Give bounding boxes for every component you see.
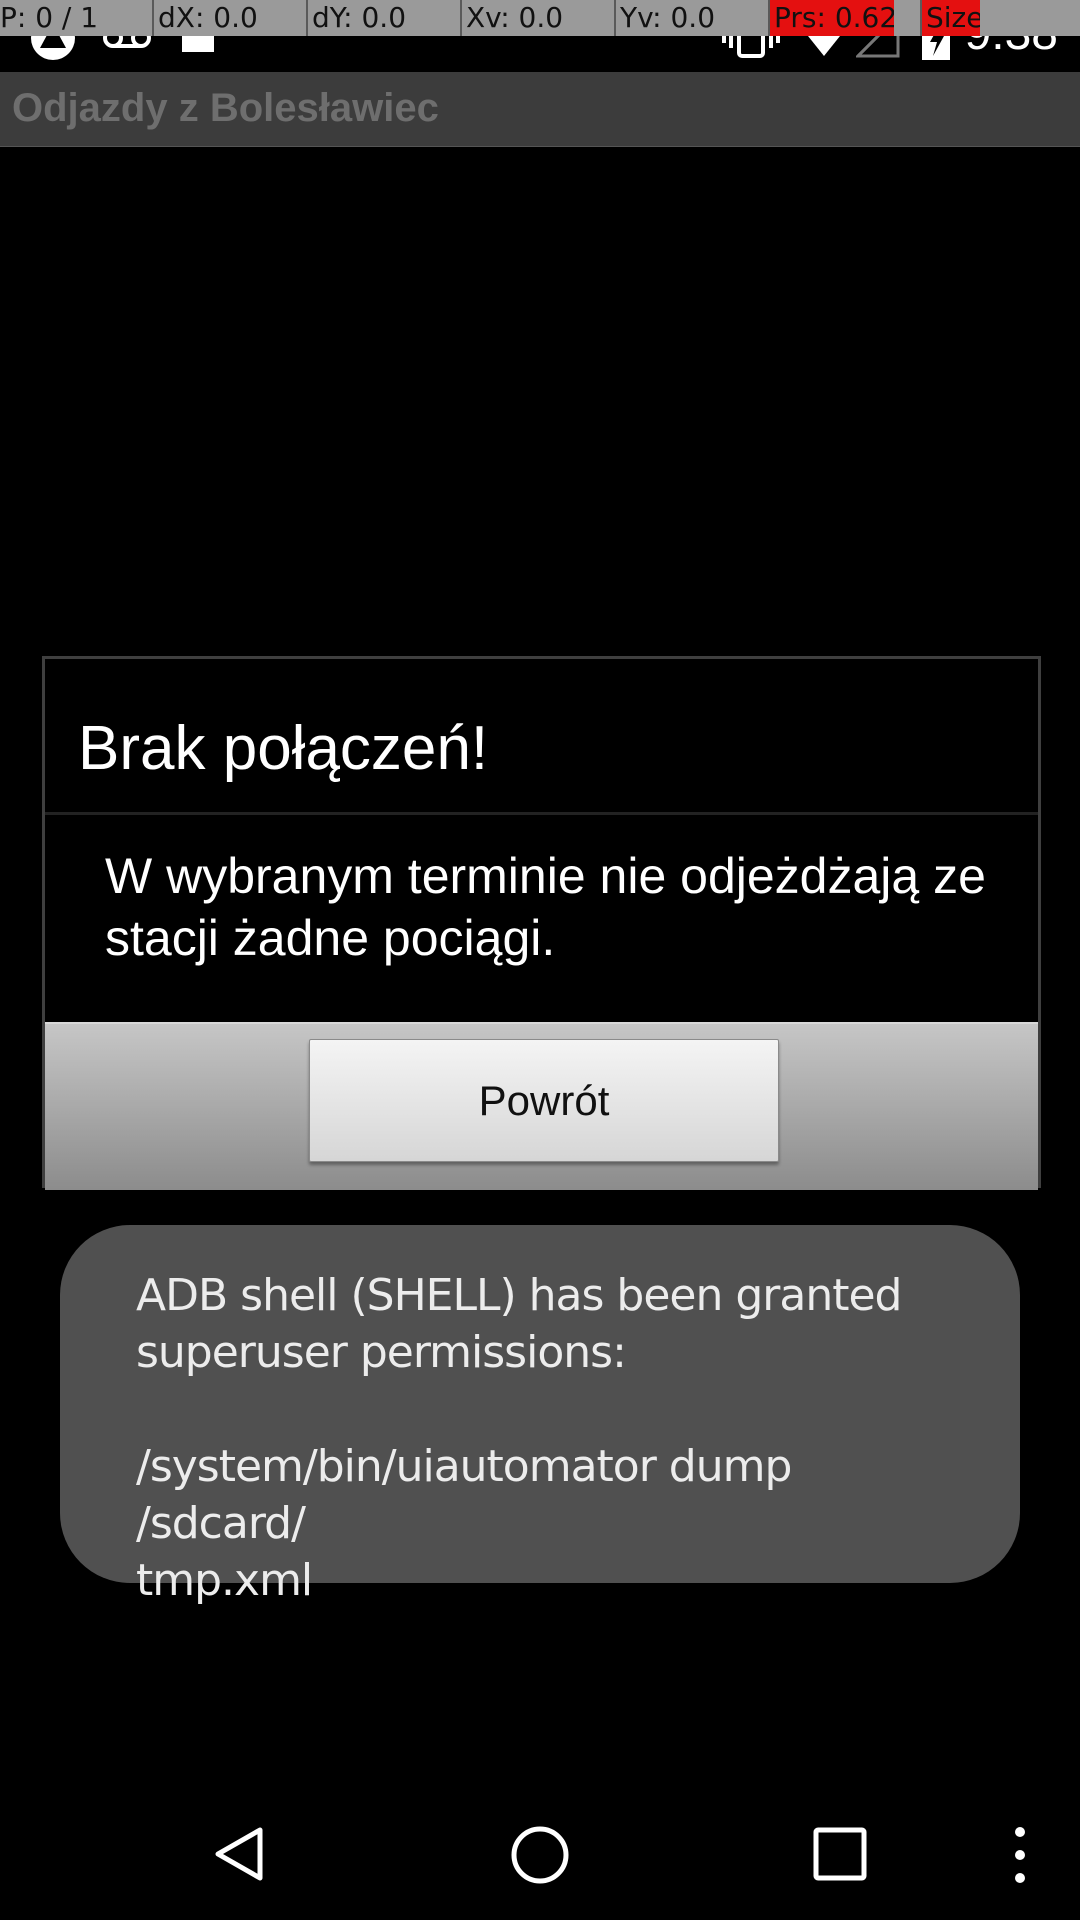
debug-dx: dX: 0.0 — [152, 0, 308, 36]
debug-xv: Xv: 0.0 — [460, 0, 616, 36]
recents-icon[interactable] — [812, 1826, 868, 1882]
dialog-message: W wybranym terminie nie odjeżdżają ze st… — [105, 848, 986, 966]
debug-size: Size: 0.33 — [920, 0, 980, 36]
debug-pressure: Prs: 0.62 — [768, 0, 894, 36]
dialog-title: Brak połączeń! — [78, 714, 489, 783]
toast-message: ADB shell (SHELL) has been granted super… — [136, 1270, 902, 1606]
back-icon[interactable] — [210, 1824, 268, 1884]
superuser-toast: ADB shell (SHELL) has been granted super… — [60, 1225, 1020, 1606]
overflow-menu-icon[interactable] — [1007, 1824, 1033, 1886]
pointer-location-overlay: P: 0 / 1 dX: 0.0 dY: 0.0 Xv: 0.0 Yv: 0.0… — [0, 0, 1080, 36]
debug-yv: Yv: 0.0 — [614, 0, 770, 36]
debug-pointer-count: P: 0 / 1 — [0, 1, 99, 34]
alert-dialog: Brak połączeń! W wybranym terminie nie o… — [42, 656, 1041, 1190]
dialog-button-panel: Powrót — [45, 1022, 1038, 1190]
page-title: Odjazdy z Bolesławiec — [12, 86, 439, 130]
navigation-bar — [0, 1774, 1080, 1920]
action-bar: Odjazdy z Bolesławiec — [0, 72, 1080, 147]
debug-dy: dY: 0.0 — [306, 0, 460, 36]
dialog-divider — [45, 812, 1038, 815]
home-icon[interactable] — [509, 1824, 571, 1886]
return-button[interactable]: Powrót — [309, 1039, 779, 1162]
